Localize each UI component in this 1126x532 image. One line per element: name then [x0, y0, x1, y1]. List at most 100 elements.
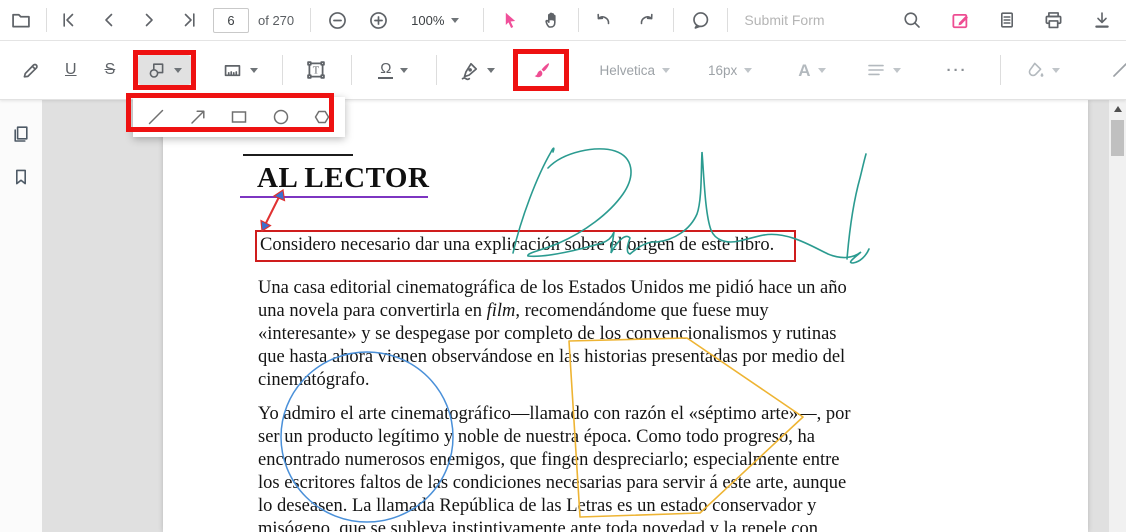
text-box-tool-button[interactable]: T — [305, 59, 327, 81]
comment-tool-button[interactable] — [690, 10, 711, 31]
zoom-in-icon — [370, 11, 388, 29]
black-underline-annotation — [243, 154, 353, 156]
more-options-icon: ··· — [946, 61, 968, 79]
redo-button[interactable] — [637, 10, 657, 30]
cursor-icon — [506, 12, 516, 28]
more-options-button[interactable]: ··· — [947, 63, 968, 78]
font-color-dropdown[interactable]: A — [798, 60, 826, 80]
pages-icon — [14, 126, 28, 142]
edit-icon — [952, 13, 968, 28]
next-page-button[interactable] — [139, 10, 159, 30]
document-line: misógeno, que se subleva instintivamente… — [258, 519, 818, 532]
font-size-value: 16px — [707, 62, 738, 78]
undo-button[interactable] — [593, 10, 613, 30]
select-tool-button[interactable] — [500, 10, 520, 30]
stroke-style-dropdown[interactable] — [1110, 60, 1126, 80]
signature-tool-button[interactable] — [459, 60, 496, 81]
shape-arrow-option[interactable] — [188, 107, 208, 127]
underline-label: U — [65, 61, 77, 78]
search-button[interactable] — [902, 10, 922, 30]
last-page-button[interactable] — [179, 10, 199, 30]
document-line: cinematógrafo. — [258, 370, 370, 390]
scrollbar-thumb[interactable] — [1111, 120, 1124, 156]
chevron-down-icon — [451, 17, 460, 23]
line-text: una novela para convertirla en — [258, 301, 487, 321]
chevron-left-icon — [105, 13, 113, 27]
zoom-out-button[interactable] — [327, 10, 348, 31]
edit-mode-button[interactable] — [950, 10, 971, 31]
chevron-right-icon — [145, 13, 153, 27]
chevron-down-icon — [487, 67, 496, 73]
font-color-label: A — [798, 60, 811, 80]
purple-underline-annotation — [240, 196, 428, 198]
chevron-down-icon — [661, 67, 670, 73]
previous-page-button[interactable] — [99, 10, 119, 30]
redo-icon — [641, 13, 654, 25]
strikethrough-label: S — [104, 61, 116, 78]
divider — [727, 8, 729, 32]
shape-line-option[interactable] — [146, 107, 166, 127]
bookmarks-button[interactable] — [11, 167, 31, 187]
highlighter-tool-button[interactable] — [20, 60, 41, 81]
text-box-icon: T — [307, 61, 326, 79]
fill-color-dropdown[interactable] — [1025, 60, 1060, 80]
align-dropdown[interactable] — [866, 60, 901, 80]
chevron-down-icon — [174, 67, 183, 73]
left-sidebar — [0, 100, 42, 532]
font-size-dropdown[interactable]: 16px — [707, 62, 753, 78]
zoom-level-value: 100% — [411, 12, 445, 28]
pages-view-button[interactable] — [997, 10, 1017, 30]
paint-bucket-icon — [1028, 62, 1043, 77]
font-family-dropdown[interactable]: Helvetica — [599, 63, 670, 78]
brush-tool-button[interactable] — [518, 54, 565, 86]
chevron-down-icon — [892, 67, 901, 73]
zoom-in-button[interactable] — [368, 10, 389, 31]
scroll-up-arrow-icon[interactable] — [1113, 106, 1122, 112]
search-icon — [904, 12, 920, 28]
print-button[interactable] — [1043, 10, 1064, 31]
shape-polygon-option[interactable] — [312, 107, 332, 127]
document-line: una novela para convertirla en film, rec… — [258, 300, 847, 323]
shapes-tool-button[interactable] — [138, 55, 192, 85]
image-tool-button[interactable] — [222, 60, 259, 81]
download-button[interactable] — [1092, 10, 1112, 30]
chevron-down-icon — [1051, 67, 1060, 73]
document-title: AL LECTOR — [257, 162, 430, 194]
shape-circle-option[interactable] — [271, 107, 291, 127]
shape-rectangle-option[interactable] — [229, 107, 249, 127]
vertical-scrollbar[interactable] — [1109, 100, 1126, 532]
submit-form-button[interactable]: Submit Form — [744, 12, 824, 28]
folder-icon — [12, 13, 30, 28]
arrow-shape-icon — [190, 110, 205, 124]
line-text: , recomendándome que fuese muy — [515, 301, 769, 321]
divider — [282, 55, 284, 85]
boxed-sentence-text: Considero necesario dar una explicación … — [260, 235, 775, 255]
document-line: los escritores faltos de las condiciones… — [258, 473, 847, 493]
document-line: que hasta ahora vienen observándose en l… — [258, 347, 846, 367]
download-icon — [1095, 12, 1109, 28]
comment-bubble-icon — [693, 11, 709, 29]
undo-icon — [597, 13, 610, 25]
stamp-tool-button[interactable]: Ω — [378, 61, 409, 79]
paragraph-2: Yo admiro el arte cinematográfico—llamad… — [258, 403, 851, 532]
circle-shape-icon — [273, 109, 288, 125]
paragraph-1: Una casa editorial cinematográfica de lo… — [258, 277, 847, 392]
first-page-button[interactable] — [59, 10, 79, 30]
zoom-out-icon — [329, 11, 347, 29]
strikethrough-tool-button[interactable]: S — [105, 62, 116, 78]
format-toolbar: U S T Ω Helvetica 16px A ··· — [0, 41, 1126, 100]
underline-tool-button[interactable]: U — [65, 62, 77, 78]
rectangle-shape-icon — [231, 111, 247, 123]
document-line: Una casa editorial cinematográfica de lo… — [258, 278, 847, 298]
chevron-down-icon — [817, 67, 826, 73]
first-page-icon — [63, 13, 74, 27]
page-thumbnails-button[interactable] — [11, 124, 31, 144]
zoom-level-dropdown[interactable]: 100% — [411, 12, 460, 28]
document-line: «interesante» y se despegase por complet… — [258, 324, 837, 344]
sidebar-toggle-button[interactable] — [10, 9, 32, 31]
page-number-input[interactable] — [213, 7, 249, 33]
hand-tool-button[interactable] — [542, 10, 562, 30]
hand-icon — [545, 12, 557, 28]
brush-highlight-box — [513, 49, 570, 91]
divider — [351, 55, 353, 85]
